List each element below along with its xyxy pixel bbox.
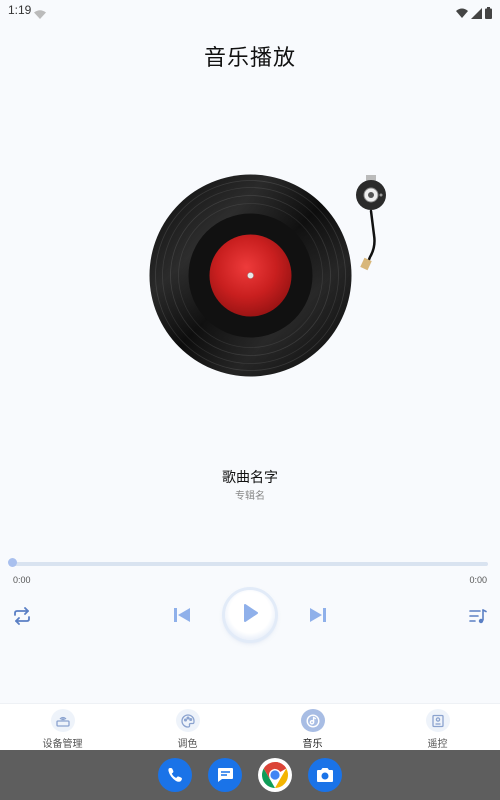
status-bar: 1:19 [0,0,500,22]
play-button[interactable] [225,590,275,640]
nav-label: 遥控 [427,739,448,750]
album-name: 专辑名 [235,491,265,502]
wifi-icon [34,5,46,24]
bottom-navigation: 设备管理 调色 音乐 遥控 [0,703,500,750]
status-time: 1:19 [8,3,32,17]
battery-icon [485,4,492,23]
skip-next-icon [308,606,328,628]
router-icon [50,709,75,732]
tonearm [352,175,392,275]
skip-previous-icon [172,606,192,628]
repeat-icon [12,607,32,629]
repeat-button[interactable] [10,606,34,630]
nav-label: 设备管理 [42,739,83,750]
total-time: 0:00 [469,575,487,585]
cell-signal-icon [471,4,482,23]
page-title: 音乐播放 [203,46,296,71]
wifi-signal-icon [456,4,468,23]
playlist-button[interactable] [466,606,490,630]
nav-item-color[interactable]: 调色 [125,704,250,750]
nav-item-remote[interactable]: 遥控 [375,704,500,750]
next-button[interactable] [306,605,330,629]
phone-app-icon[interactable] [158,758,192,792]
nav-label: 音乐 [302,739,323,750]
camera-app-icon[interactable] [308,758,342,792]
nav-label: 调色 [177,739,198,750]
remote-icon [425,709,450,732]
song-title: 歌曲名字 [222,470,278,486]
nav-item-music[interactable]: 音乐 [250,704,375,750]
current-time: 0:00 [13,575,31,585]
vinyl-record[interactable] [148,173,353,378]
status-icons [456,4,492,23]
progress-bar[interactable] [12,562,488,566]
nav-item-device-management[interactable]: 设备管理 [0,704,125,750]
progress-thumb[interactable] [8,558,17,567]
chrome-app-icon[interactable] [258,758,292,792]
previous-button[interactable] [170,605,194,629]
system-dock [0,750,500,800]
music-disc-icon [300,709,325,732]
playlist-icon [468,607,488,629]
palette-icon [175,709,200,732]
play-icon [240,602,260,628]
messages-app-icon[interactable] [208,758,242,792]
